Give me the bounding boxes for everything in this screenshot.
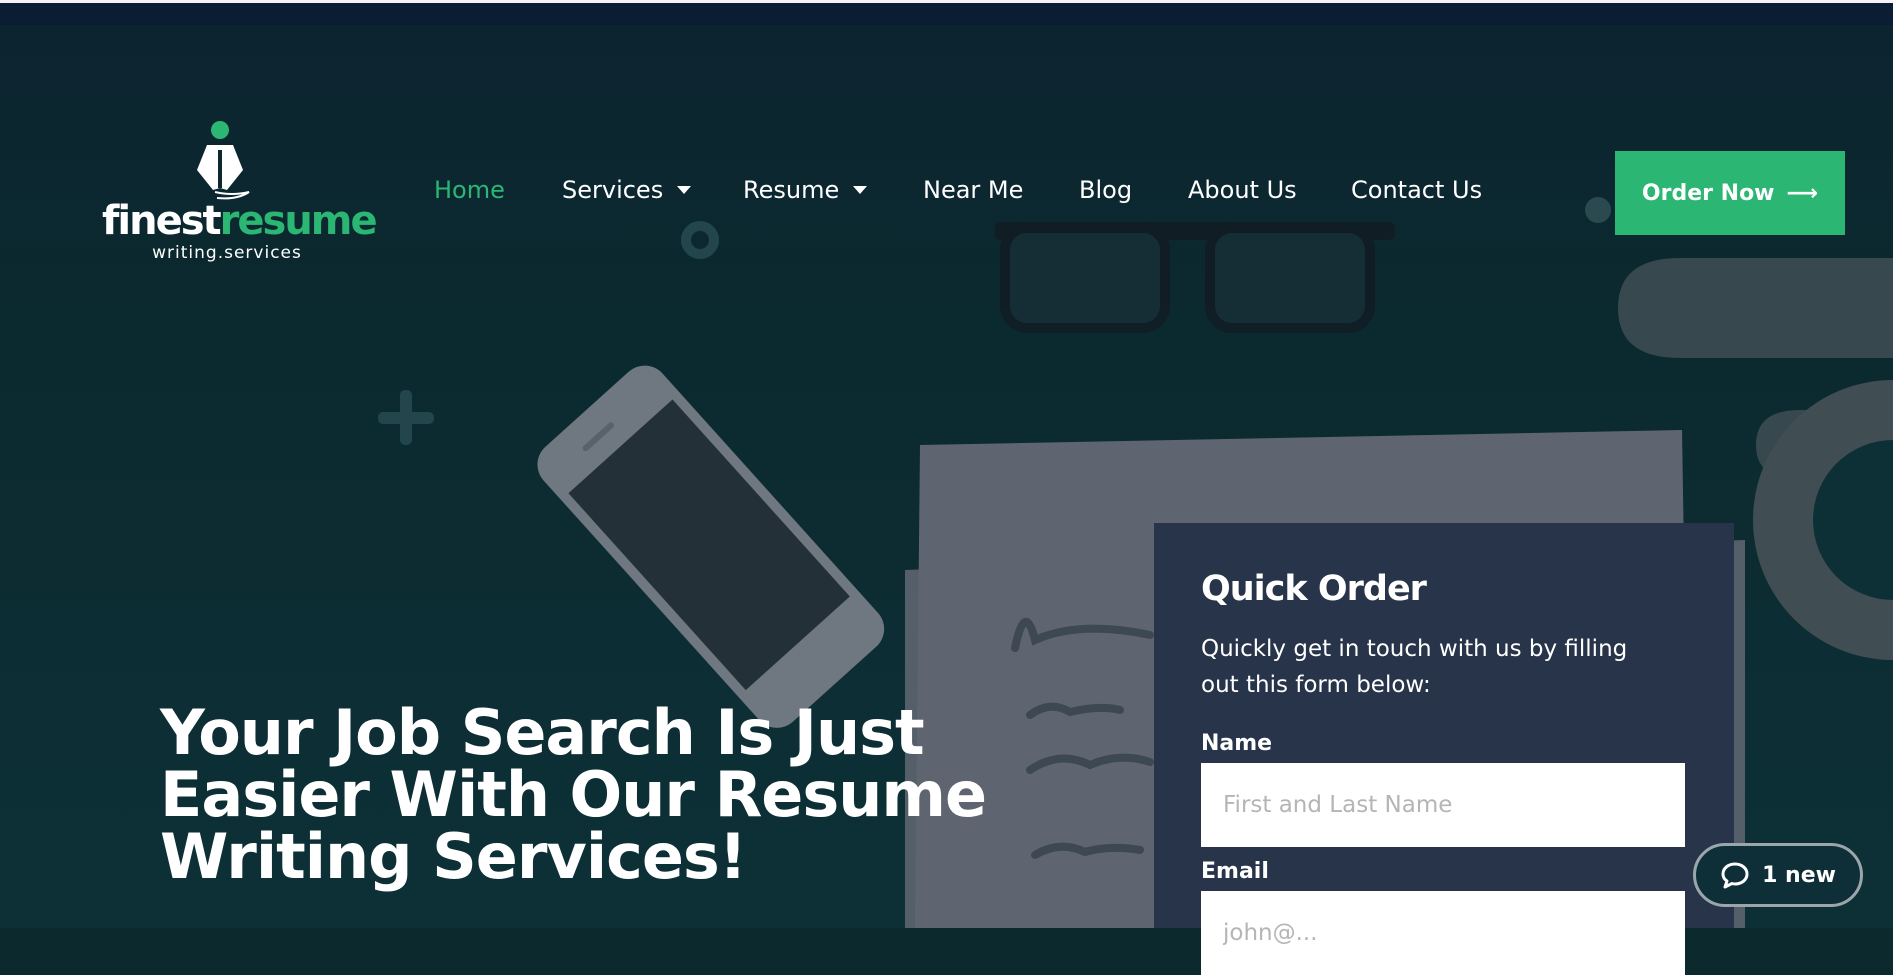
chat-new-count: 1 new [1762,862,1836,888]
site-logo[interactable]: finestresume writing.services [102,120,378,270]
nav-services-label: Services [562,176,664,204]
email-label: Email [1201,859,1269,884]
nav-resume-label: Resume [743,176,840,204]
chevron-down-icon [677,186,692,194]
quick-order-form: Quick Order Quickly get in touch with us… [1154,523,1734,975]
deco-pill [1618,258,1893,358]
nav-near-me[interactable]: Near Me [923,176,1023,204]
top-bar [0,3,1893,25]
chevron-down-icon [853,186,868,194]
order-now-label: Order Now [1641,180,1775,206]
nav-resume[interactable]: Resume [743,176,868,204]
order-now-button[interactable]: Order Now ⟶ [1615,151,1845,235]
nav-services[interactable]: Services [562,176,692,204]
nav-about-us[interactable]: About Us [1188,176,1297,204]
deco-dot [1585,197,1611,223]
email-input[interactable] [1201,891,1685,975]
phone [537,365,885,728]
quick-order-title: Quick Order [1201,569,1427,609]
name-label: Name [1201,731,1273,756]
logo-wordmark: finestresume [102,198,378,244]
nav-contact-us[interactable]: Contact Us [1351,176,1482,204]
name-input[interactable] [1201,763,1685,847]
pen-nib-icon [197,121,250,200]
nav-home[interactable]: Home [434,176,505,204]
glasses [995,222,1395,333]
logo-subtitle: writing.services [152,243,302,263]
quick-order-description: Quickly get in touch with us by filling … [1201,636,1628,698]
deco-plus-h [378,412,434,424]
logo-word-resume: resume [219,198,378,244]
arrow-right-icon: ⟶ [1786,180,1819,206]
deco-ring [681,221,719,259]
nav-blog[interactable]: Blog [1079,176,1132,204]
logo-word-finest: finest [102,198,222,244]
chat-bubble-icon [1721,862,1749,889]
hero-headline: Your Job Search Is Just Easier With Our … [160,696,987,893]
chat-widget-button[interactable]: 1 new [1693,843,1863,907]
